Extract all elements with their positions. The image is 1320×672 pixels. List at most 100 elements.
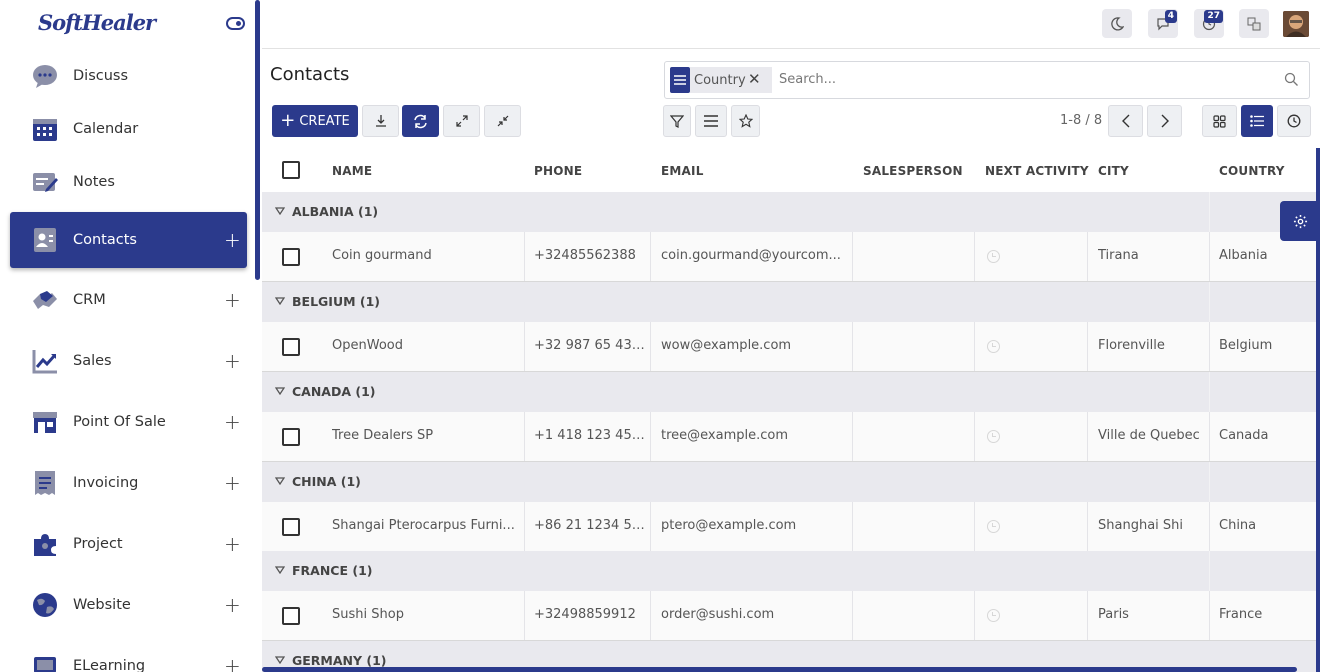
sidebar-item-website[interactable]: Website + (10, 577, 247, 633)
favorites-button[interactable] (731, 105, 760, 137)
add-elearning-button[interactable]: + (224, 656, 241, 672)
group-row-belgium[interactable]: BELGIUM (1) (262, 282, 1320, 322)
pager-previous-button[interactable] (1108, 105, 1143, 137)
column-header-city[interactable]: CITY (1098, 164, 1129, 178)
row-checkbox[interactable] (282, 248, 300, 266)
select-all-checkbox[interactable] (282, 161, 300, 179)
column-header-phone[interactable]: PHONE (534, 164, 582, 178)
receipt-icon (35, 471, 55, 495)
sidebar-item-elearning[interactable]: ELearning + (10, 638, 247, 672)
remove-facet-close-icon[interactable]: ✕ (748, 72, 761, 87)
messages-button[interactable]: 4 (1148, 9, 1178, 38)
filter-button[interactable] (663, 105, 691, 137)
row-checkbox[interactable] (282, 428, 300, 446)
refresh-button[interactable] (402, 105, 439, 137)
group-row-france[interactable]: FRANCE (1) (262, 551, 1320, 591)
caret-down-icon (275, 207, 285, 215)
gear-icon (1293, 214, 1307, 228)
plus-icon: + (280, 110, 296, 131)
column-header-country[interactable]: COUNTRY (1219, 164, 1285, 178)
pager-next-button[interactable] (1147, 105, 1182, 137)
sidebar-item-discuss[interactable]: Discuss (10, 48, 247, 104)
handshake-icon (33, 291, 57, 309)
add-contact-button[interactable]: + (224, 230, 241, 250)
create-label: CREATE (299, 113, 350, 129)
app-root: SoftHealer Discuss Calendar Notes Contac… (0, 0, 1320, 672)
activity-clock-icon[interactable] (987, 250, 1000, 263)
dark-mode-button[interactable] (1102, 9, 1132, 38)
sidebar-scrollbar[interactable] (255, 0, 260, 280)
search-icon[interactable] (1284, 72, 1299, 87)
collapse-button[interactable] (484, 105, 521, 137)
cell-city: Florenville (1098, 338, 1165, 353)
theme-settings-button[interactable] (1280, 201, 1320, 241)
sidebar-toggle-icon[interactable] (226, 17, 245, 30)
table-row[interactable]: OpenWood +32 987 65 43 21 wow@example.co… (262, 322, 1320, 372)
column-header-next-activity[interactable]: NEXT ACTIVITY (985, 164, 1089, 178)
sidebar: SoftHealer Discuss Calendar Notes Contac… (0, 0, 262, 672)
row-checkbox[interactable] (282, 518, 300, 536)
create-button[interactable]: + CREATE (272, 105, 358, 137)
table-row[interactable]: Coin gourmand +32485562388 coin.gourmand… (262, 232, 1320, 282)
column-header-name[interactable]: NAME (332, 164, 372, 178)
cell-phone: +1 418 123 4567 (534, 428, 646, 443)
activity-view-button[interactable] (1277, 105, 1311, 137)
sidebar-item-contacts[interactable]: Contacts + (10, 212, 247, 268)
search-input[interactable] (779, 72, 1279, 87)
activities-button[interactable]: 27 (1194, 9, 1224, 38)
groupby-button[interactable] (695, 105, 727, 137)
activity-clock-icon[interactable] (987, 340, 1000, 353)
refresh-icon (414, 114, 427, 128)
table-horizontal-scrollbar[interactable] (262, 667, 1297, 672)
add-project-button[interactable]: + (224, 534, 241, 554)
list-icon (1250, 115, 1264, 127)
pager-value[interactable]: 1-8 / 8 (1060, 113, 1102, 128)
cell-name: Tree Dealers SP (332, 428, 434, 443)
sidebar-item-crm[interactable]: CRM + (10, 272, 247, 328)
add-website-button[interactable]: + (224, 595, 241, 615)
notes-icon (33, 173, 58, 192)
group-label: CHINA (1) (292, 474, 361, 489)
language-button[interactable] (1239, 9, 1269, 38)
list-view-button[interactable] (1241, 105, 1273, 137)
cell-name: OpenWood (332, 338, 403, 353)
download-button[interactable] (362, 105, 399, 137)
cell-name: Coin gourmand (332, 248, 432, 263)
row-checkbox[interactable] (282, 607, 300, 625)
column-header-salesperson[interactable]: SALESPERSON (863, 164, 963, 178)
sidebar-item-project[interactable]: Project + (10, 516, 247, 572)
sidebar-item-invoicing[interactable]: Invoicing + (10, 455, 247, 511)
table-row[interactable]: Sushi Shop +32498859912 order@sushi.com … (262, 591, 1320, 641)
table-row[interactable]: Shangai Pterocarpus Furni... +86 21 1234… (262, 502, 1320, 552)
group-row-china[interactable]: CHINA (1) (262, 462, 1320, 502)
table-row[interactable]: Tree Dealers SP +1 418 123 4567 tree@exa… (262, 412, 1320, 462)
user-avatar[interactable] (1283, 11, 1309, 37)
cell-country: China (1219, 518, 1257, 533)
sidebar-item-point-of-sale[interactable]: Point Of Sale + (10, 394, 247, 450)
caret-down-icon (275, 566, 285, 574)
groupby-facet-icon (670, 67, 690, 93)
expand-button[interactable] (443, 105, 480, 137)
group-row-albania[interactable]: ALBANIA (1) (262, 192, 1320, 232)
brand-logo[interactable]: SoftHealer (38, 10, 156, 35)
sidebar-item-sales[interactable]: Sales + (10, 333, 247, 389)
add-invoice-button[interactable]: + (224, 473, 241, 493)
add-sales-button[interactable]: + (224, 351, 241, 371)
activity-clock-icon[interactable] (987, 520, 1000, 533)
activity-clock-icon[interactable] (987, 609, 1000, 622)
expand-icon (455, 115, 468, 127)
row-checkbox[interactable] (282, 338, 300, 356)
kanban-view-button[interactable] (1202, 105, 1237, 137)
sidebar-item-label: Website (73, 597, 131, 613)
add-pos-button[interactable]: + (224, 412, 241, 432)
column-header-email[interactable]: EMAIL (661, 164, 704, 178)
download-icon (375, 115, 386, 127)
sidebar-item-notes[interactable]: Notes (10, 154, 247, 210)
group-label: BELGIUM (1) (292, 294, 381, 309)
group-row-canada[interactable]: CANADA (1) (262, 372, 1320, 412)
activity-clock-icon[interactable] (987, 430, 1000, 443)
clock-icon (1287, 114, 1301, 128)
caret-down-icon (275, 297, 285, 305)
sidebar-item-calendar[interactable]: Calendar (10, 101, 247, 157)
add-crm-button[interactable]: + (224, 290, 241, 310)
